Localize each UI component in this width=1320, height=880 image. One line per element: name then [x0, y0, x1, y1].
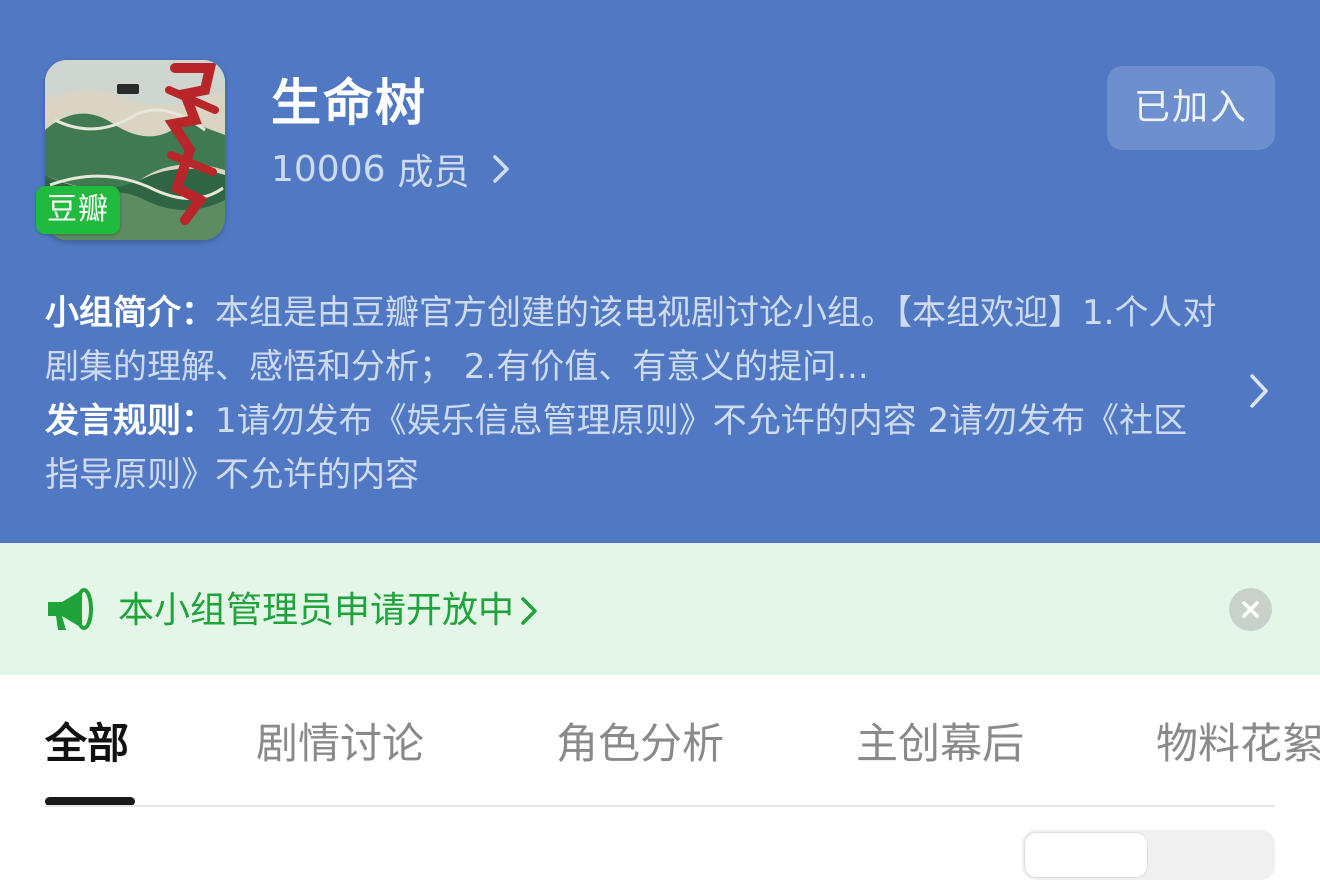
tab-all[interactable]: 全部: [45, 714, 129, 774]
rules-label: 发言规则：: [45, 401, 215, 441]
group-intro: 小组简介：本组是由豆瓣官方创建的该电视剧讨论小组。【本组欢迎】1.个人对剧集的理…: [45, 286, 1220, 394]
group-info[interactable]: 小组简介：本组是由豆瓣官方创建的该电视剧讨论小组。【本组欢迎】1.个人对剧集的理…: [45, 286, 1220, 502]
tab-plot-discussion[interactable]: 剧情讨论: [256, 714, 424, 774]
intro-label: 小组简介：: [45, 293, 215, 333]
sort-toggle[interactable]: [1022, 830, 1275, 880]
joined-button[interactable]: 已加入: [1107, 66, 1275, 150]
megaphone-icon: [44, 586, 94, 636]
chevron-right-icon: [492, 154, 510, 184]
sort-toggle-selected[interactable]: [1024, 832, 1148, 878]
chevron-right-icon[interactable]: [1248, 372, 1270, 414]
tab-character-analysis[interactable]: 角色分析: [556, 714, 724, 774]
category-tabs: 全部 剧情讨论 角色分析 主创幕后 物料花絮: [0, 676, 1320, 806]
group-title: 生命树: [271, 74, 427, 132]
close-icon[interactable]: [1229, 588, 1272, 631]
rules-text: 1请勿发布《娱乐信息管理原则》不允许的内容 2请勿发布《社区指导原则》不允许的内…: [45, 401, 1188, 495]
douban-badge: 豆瓣: [36, 186, 120, 234]
intro-text: 本组是由豆瓣官方创建的该电视剧讨论小组。【本组欢迎】1.个人对剧集的理解、感悟和…: [45, 293, 1217, 387]
tabs-divider: [45, 805, 1275, 807]
tab-behind-the-scenes[interactable]: 主创幕后: [856, 714, 1024, 774]
members-count: 10006: [271, 148, 386, 190]
members-link[interactable]: 10006 成员: [271, 146, 510, 193]
members-label: 成员: [397, 152, 470, 193]
tab-materials[interactable]: 物料花絮: [1156, 714, 1320, 774]
chevron-right-icon: [520, 596, 538, 626]
notice-link[interactable]: 本小组管理员申请开放中: [118, 586, 538, 636]
group-rules: 发言规则：1请勿发布《娱乐信息管理原则》不允许的内容 2请勿发布《社区指导原则》…: [45, 394, 1220, 502]
notice-text: 本小组管理员申请开放中: [118, 590, 515, 631]
